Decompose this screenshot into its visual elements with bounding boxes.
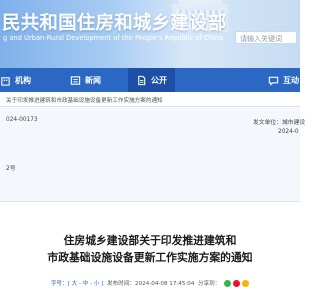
article-title-line1: 住房城乡建设部关于印发推进建筑和	[63, 234, 237, 247]
wechat-icon[interactable]	[224, 280, 232, 287]
article-info: 字号：[ 大 - 中 - 小 ] 发布时间：2024-04-08 17:45:0…	[0, 279, 300, 287]
document-metadata: 024-00173 发文单位：城市建设 2024-0 2号	[0, 106, 305, 202]
issuing-office-label: 发文单位：	[253, 120, 282, 126]
issue-date: 2024-0	[278, 129, 299, 135]
building-icon	[1, 76, 10, 86]
index-number: 024-00173	[6, 117, 38, 123]
qzone-icon[interactable]	[242, 280, 250, 287]
news-icon	[70, 75, 81, 85]
nav-item-interact[interactable]: 互动	[268, 68, 299, 92]
chat-icon	[268, 76, 279, 86]
article-title-line2: 市政基础设施设备更新工作实施方案的通知	[47, 251, 253, 264]
site-title[interactable]: 民共和国住房和城乡建设部	[2, 9, 226, 35]
breadcrumb[interactable]: 关于印发推进建筑和市政基础设施设备更新工作实施方案的通知	[6, 96, 298, 104]
nav-label: 机构	[15, 75, 31, 85]
issuing-office-value: 城市建设	[282, 120, 306, 126]
nav-item-news[interactable]: 新闻	[70, 68, 101, 92]
nav-item-institution[interactable]: 机构	[0, 68, 31, 92]
font-size-control[interactable]: 字号：[ 大 - 中 - 小 ]	[51, 281, 104, 287]
article-title: 住房城乡建设部关于印发推进建筑和 市政基础设施设备更新工作实施方案的通知	[0, 232, 300, 266]
share-icons	[224, 280, 250, 287]
publish-time: 发布时间：2024-04-08 17:45:04	[107, 281, 195, 287]
share-label: 分享到：	[197, 281, 221, 287]
nav-item-public[interactable]: 公开	[128, 68, 175, 92]
nav-label: 新闻	[85, 75, 101, 85]
site-subtitle: g and Urban-Rural Development of the Peo…	[3, 34, 224, 42]
issuing-office: 发文单位：城市建设	[253, 117, 305, 126]
nav-label: 公开	[151, 75, 167, 85]
main-nav: 机构 新闻 公开 互动	[0, 68, 300, 92]
document-number: 2号	[6, 166, 16, 172]
document-icon	[138, 75, 146, 85]
search-input[interactable]: 请输入关键词	[235, 31, 297, 44]
weibo-icon[interactable]	[233, 280, 241, 287]
nav-label: 互动	[283, 75, 299, 85]
header-banner: 民共和国住房和城乡建设部 g and Urban-Rural Developme…	[0, 0, 300, 68]
